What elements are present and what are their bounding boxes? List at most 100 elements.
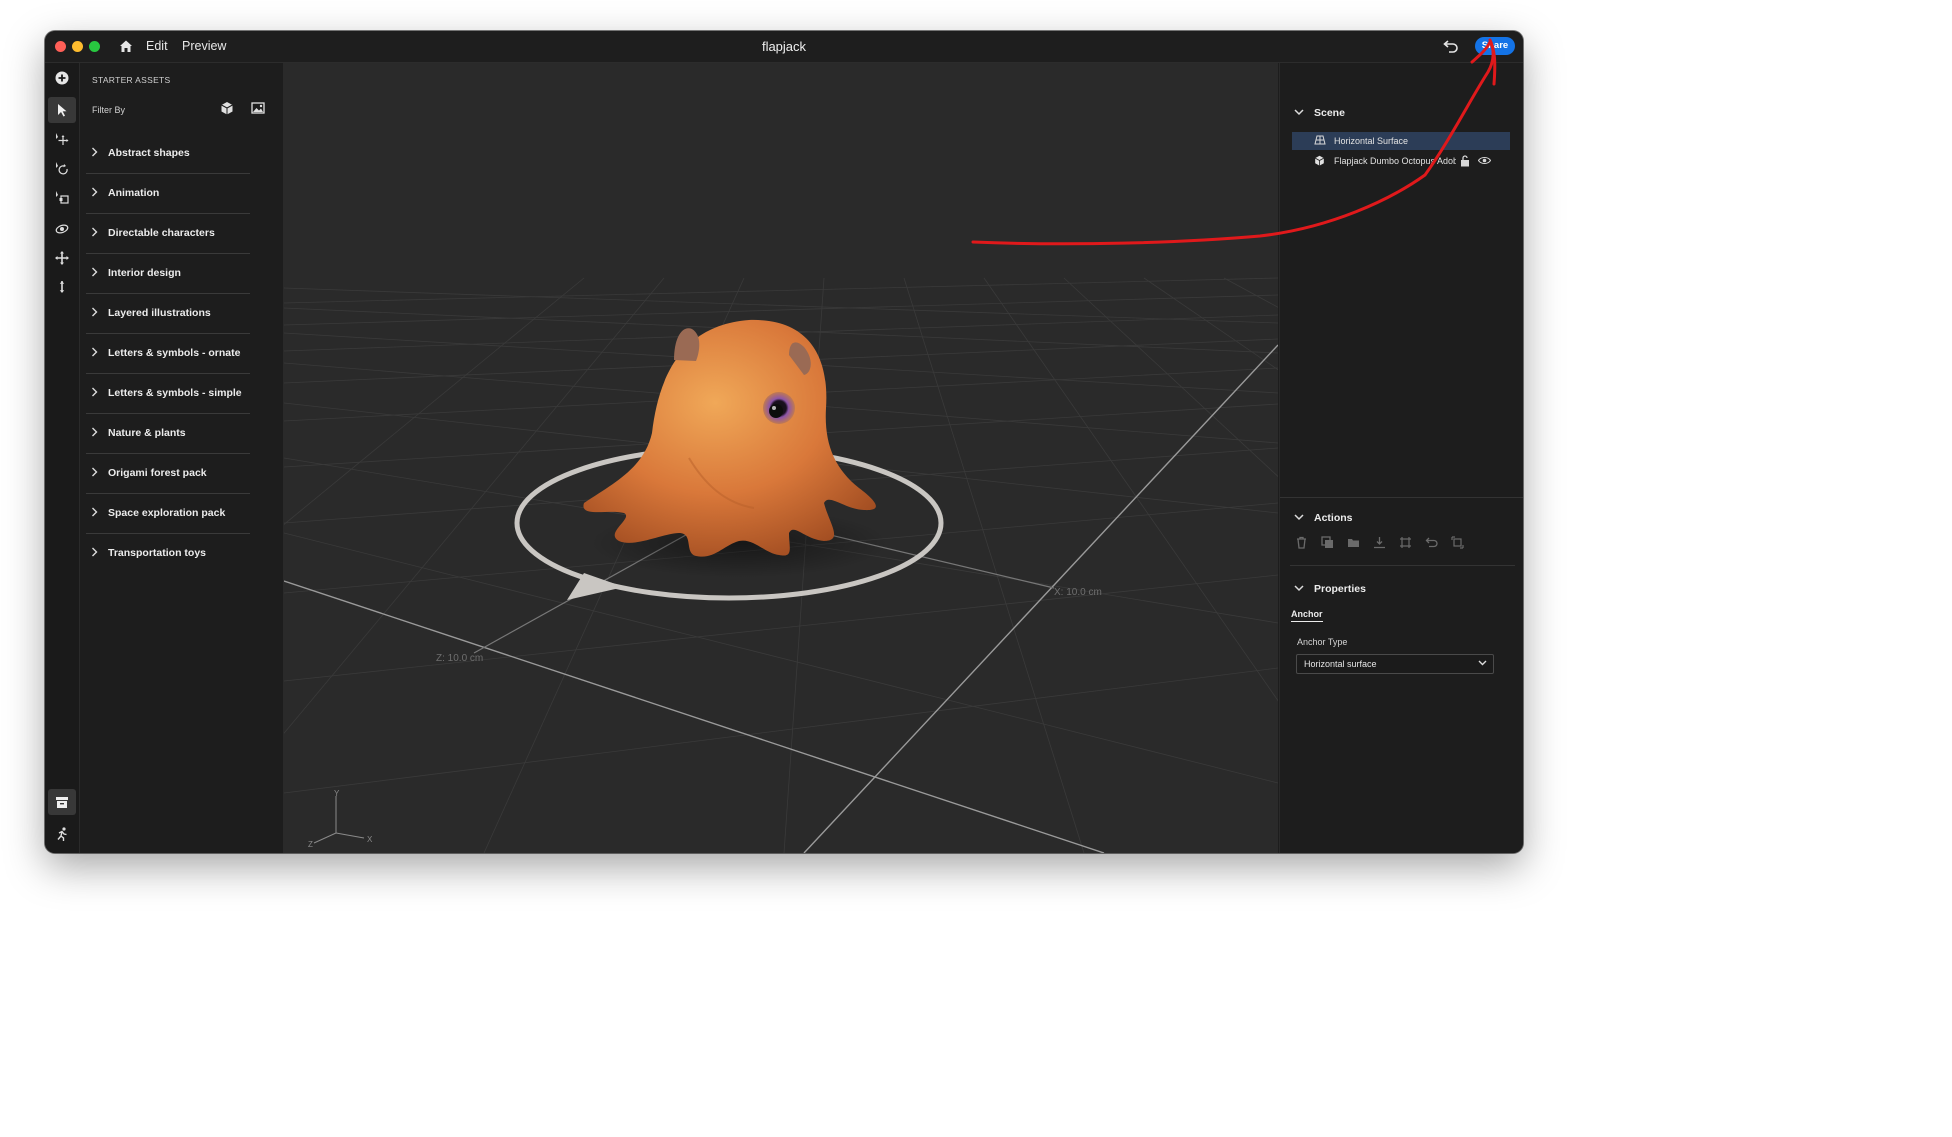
x-axis-label: X: 10.0 cm	[1054, 587, 1102, 598]
category-label: Abstract shapes	[108, 147, 190, 159]
folder-icon[interactable]	[1347, 536, 1360, 549]
share-button[interactable]: Share	[1475, 37, 1515, 55]
category-letters-symbols-ornate[interactable]: Letters & symbols - ornate	[86, 333, 250, 374]
chevron-down-icon	[1294, 585, 1304, 592]
3d-cube-filter-icon[interactable]	[220, 101, 234, 115]
dolly-tool[interactable]	[48, 274, 76, 300]
menu-preview[interactable]: Preview	[182, 39, 226, 53]
tab-anchor[interactable]: Anchor	[1291, 609, 1323, 622]
pan-tool[interactable]	[48, 245, 76, 271]
category-label: Letters & symbols - simple	[108, 387, 242, 399]
pointer-icon	[58, 104, 67, 117]
3d-object-icon	[1314, 155, 1325, 166]
category-label: Letters & symbols - ornate	[108, 347, 241, 359]
image-filter-icon[interactable]	[251, 101, 265, 115]
category-label: Interior design	[108, 267, 181, 279]
running-figure-icon	[57, 827, 67, 841]
category-space-exploration-pack[interactable]: Space exploration pack	[86, 493, 250, 534]
replace-icon[interactable]	[1451, 536, 1464, 549]
delete-icon[interactable]	[1295, 536, 1308, 549]
category-layered-illustrations[interactable]: Layered illustrations	[86, 293, 250, 334]
right-panel: Scene Horizontal Surface Flapjack Dumbo …	[1279, 63, 1523, 853]
category-label: Space exploration pack	[108, 507, 226, 519]
document-title: flapjack	[761, 39, 807, 54]
category-animation[interactable]: Animation	[86, 173, 250, 214]
maximize-window-button[interactable]	[89, 41, 100, 52]
scene-item-label: Horizontal Surface	[1334, 136, 1409, 146]
chevron-right-icon	[92, 467, 98, 477]
chevron-right-icon	[92, 267, 98, 277]
gizmo-y-label: Y	[334, 789, 340, 798]
chevron-right-icon	[92, 227, 98, 237]
category-abstract-shapes[interactable]: Abstract shapes	[86, 133, 250, 174]
scale-tool[interactable]	[48, 184, 76, 210]
panel-divider	[1280, 497, 1523, 498]
move-arrows-icon	[56, 133, 69, 145]
filter-by-label: Filter By	[92, 105, 126, 115]
z-axis-label: Z: 10.0 cm	[436, 653, 483, 664]
chevron-down-icon	[1294, 514, 1304, 521]
actions-heading: Actions	[1314, 512, 1353, 524]
category-label: Origami forest pack	[108, 467, 207, 479]
category-label: Transportation toys	[108, 547, 207, 559]
panel-divider	[1290, 565, 1515, 566]
category-label: Nature & plants	[108, 427, 186, 439]
scale-icon	[56, 191, 69, 204]
chevron-right-icon	[92, 387, 98, 397]
category-letters-symbols-simple[interactable]: Letters & symbols - simple	[86, 373, 250, 414]
anchor-type-label: Anchor Type	[1297, 637, 1348, 647]
chevron-right-icon	[92, 547, 98, 557]
orbit-icon	[55, 224, 69, 234]
chevron-right-icon	[92, 427, 98, 437]
anchor-type-value: Horizontal surface	[1304, 659, 1377, 669]
axis-gizmo	[313, 796, 365, 844]
scene-heading: Scene	[1314, 107, 1345, 119]
drop-to-floor-icon[interactable]	[1373, 536, 1386, 549]
orbit-tool[interactable]	[48, 216, 76, 242]
dolly-icon	[59, 281, 65, 293]
move-tool[interactable]	[48, 126, 76, 152]
chevron-right-icon	[92, 147, 98, 157]
minimize-window-button[interactable]	[72, 41, 83, 52]
category-origami-forest-pack[interactable]: Origami forest pack	[86, 453, 250, 494]
assets-panel-toggle[interactable]	[48, 789, 76, 815]
starter-assets-panel: STARTER ASSETS Filter By Abstract shapes…	[80, 63, 284, 853]
rotate-tool[interactable]	[48, 155, 76, 181]
category-nature-plants[interactable]: Nature & plants	[86, 413, 250, 454]
home-icon[interactable]	[118, 38, 134, 54]
visibility-eye-icon[interactable]	[1478, 156, 1491, 165]
category-directable-characters[interactable]: Directable characters	[86, 213, 250, 254]
close-window-button[interactable]	[55, 41, 66, 52]
category-transportation-toys[interactable]: Transportation toys	[86, 533, 250, 573]
add-button[interactable]	[48, 65, 76, 91]
app-window: Edit Preview flapjack Share STARTER ASSE…	[45, 31, 1523, 853]
frame-icon[interactable]	[1399, 536, 1412, 549]
duplicate-icon[interactable]	[1321, 536, 1334, 549]
chevron-right-icon	[92, 507, 98, 517]
anchor-type-select[interactable]: Horizontal surface	[1296, 654, 1494, 674]
category-label: Directable characters	[108, 227, 215, 239]
select-tool[interactable]	[48, 97, 76, 123]
properties-heading: Properties	[1314, 583, 1366, 595]
scene-item-horizontal-surface[interactable]: Horizontal Surface	[1292, 132, 1510, 150]
surface-icon	[1314, 135, 1326, 145]
animation-button[interactable]	[48, 821, 76, 847]
menu-edit[interactable]: Edit	[146, 39, 168, 53]
scene-item-octopus[interactable]: Flapjack Dumbo Octopus Adobe	[1292, 152, 1510, 170]
category-label: Layered illustrations	[108, 307, 211, 319]
assets-panel-title: STARTER ASSETS	[92, 75, 171, 85]
3d-viewport[interactable]: X: 10.0 cm Z: 10.0 cm Y X Z	[284, 63, 1278, 853]
category-interior-design[interactable]: Interior design	[86, 253, 250, 294]
title-bar: Edit Preview flapjack Share	[45, 31, 1523, 63]
add-circle-icon	[55, 71, 69, 85]
unlock-icon[interactable]	[1460, 155, 1470, 167]
reset-icon[interactable]	[1425, 536, 1438, 549]
chevron-right-icon	[92, 187, 98, 197]
pan-icon	[55, 251, 69, 265]
undo-icon[interactable]	[1443, 39, 1459, 53]
gizmo-x-label: X	[367, 835, 373, 844]
scene-item-label: Flapjack Dumbo Octopus Adobe	[1334, 156, 1456, 166]
chevron-right-icon	[92, 307, 98, 317]
archive-icon	[56, 797, 68, 808]
gizmo-z-label: Z	[308, 840, 313, 849]
